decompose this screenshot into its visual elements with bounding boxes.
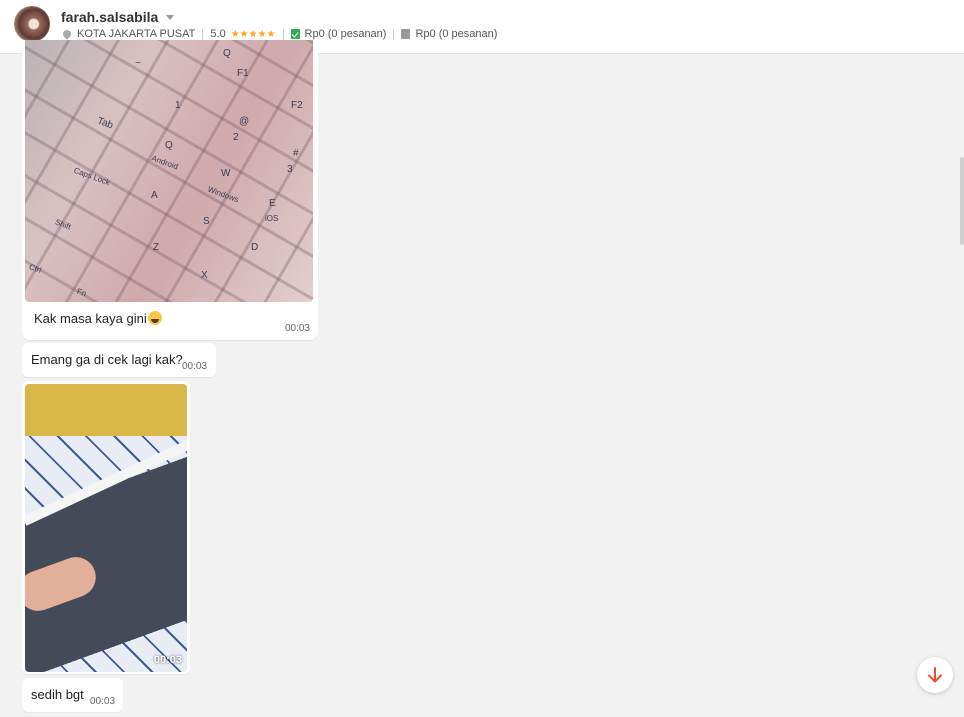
- key-label: D: [251, 242, 259, 253]
- key-label: W: [221, 168, 231, 179]
- keyboard-photo[interactable]: ~ Q F1 Tab 1 @ 2 F2 Q Android W # 3 Caps…: [25, 40, 313, 302]
- key-label: X: [201, 270, 208, 281]
- location-pin-icon: [61, 28, 73, 40]
- message-time: 00:03: [90, 696, 116, 707]
- key-label: Ctrl: [27, 262, 43, 275]
- key-label: 3: [287, 164, 293, 175]
- key-label: Shift: [53, 217, 73, 232]
- key-label: E: [269, 198, 276, 209]
- key-label: @: [239, 116, 250, 127]
- video-thumbnail[interactable]: [25, 384, 187, 672]
- message-text-bubble: sedih bgt 00:03: [22, 678, 123, 712]
- crying-emoji-icon: [147, 311, 162, 325]
- key-label: 2: [233, 132, 239, 143]
- key-label: S: [203, 216, 210, 227]
- key-label: Fn: [75, 286, 88, 299]
- image-caption: Kak masa kaya gini: [34, 311, 162, 326]
- key-label: F1: [237, 68, 249, 79]
- message-text: Emang ga di cek lagi kak?: [31, 352, 183, 367]
- location-text: KOTA JAKARTA PUSAT: [77, 28, 196, 40]
- completed-order-icon: [290, 29, 300, 39]
- message-image-bubble: ~ Q F1 Tab 1 @ 2 F2 Q Android W # 3 Caps…: [22, 40, 318, 340]
- message-text: sedih bgt: [31, 687, 84, 702]
- divider: [393, 28, 395, 40]
- scrollbar-thumb[interactable]: [960, 157, 964, 245]
- cancelled-orders: Rp0 (0 pesanan): [415, 28, 498, 40]
- message-text-bubble: Emang ga di cek lagi kak? 00:03: [22, 343, 216, 377]
- scrollbar[interactable]: [959, 55, 964, 705]
- key-label: Z: [153, 242, 160, 253]
- video-thumbnail-detail: [25, 551, 102, 617]
- key-label: A: [151, 190, 158, 201]
- rating-value: 5.0: [210, 28, 226, 40]
- message-time: 00:03: [284, 323, 310, 334]
- video-duration: 00:03: [153, 654, 182, 666]
- user-meta: KOTA JAKARTA PUSAT 5.0 ★★★★★ Rp0 (0 pesa…: [61, 28, 497, 40]
- scroll-to-bottom-button[interactable]: [917, 657, 953, 693]
- key-label: Windows: [206, 184, 241, 205]
- message-video-bubble: 00:03: [22, 381, 190, 674]
- chevron-down-icon[interactable]: [166, 14, 175, 20]
- key-label: 1: [175, 100, 181, 111]
- key-label: Tab: [95, 115, 115, 132]
- cancelled-order-icon: [401, 29, 411, 39]
- key-label: F2: [291, 100, 303, 111]
- divider: [282, 28, 284, 40]
- key-label: ~: [135, 58, 141, 69]
- key-label: Android: [150, 153, 180, 172]
- key-label: #: [293, 148, 299, 159]
- key-label: Q: [223, 48, 231, 59]
- key-label: Q: [165, 140, 173, 151]
- message-time: 00:03: [182, 361, 208, 372]
- divider: [202, 28, 204, 40]
- avatar[interactable]: [14, 6, 50, 42]
- rating-stars-icon: ★★★★★: [230, 28, 276, 40]
- arrow-down-icon: [928, 667, 942, 683]
- username[interactable]: farah.salsabila: [61, 9, 158, 25]
- completed-orders: Rp0 (0 pesanan): [304, 28, 387, 40]
- key-label: iOS: [265, 214, 279, 223]
- key-label: Caps Lock: [72, 165, 112, 188]
- video-thumbnail-detail: [25, 432, 187, 526]
- user-name-row[interactable]: farah.salsabila: [61, 9, 175, 25]
- caption-text: Kak masa kaya gini: [34, 311, 147, 326]
